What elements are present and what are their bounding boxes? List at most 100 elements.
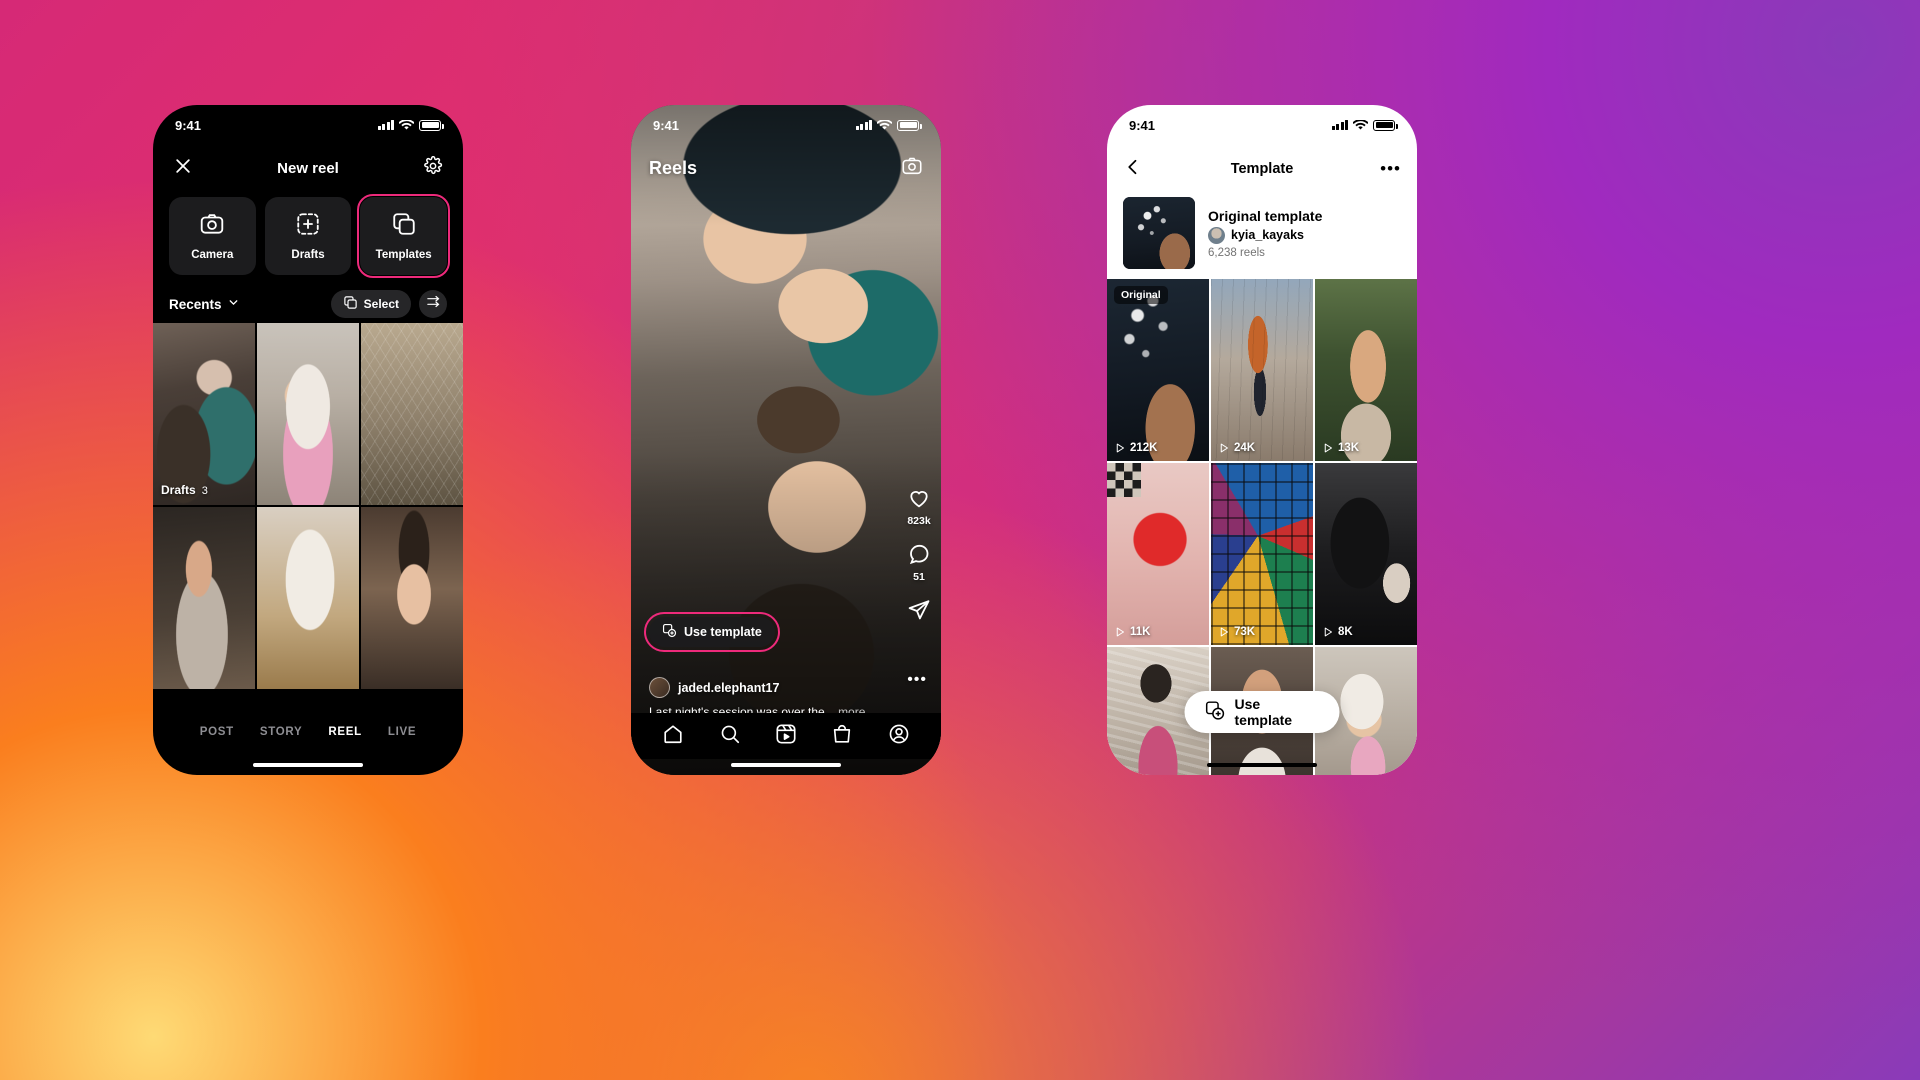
template-grid-item[interactable]: 8K [1315,463,1417,645]
reels-title: Reels [649,157,698,178]
mode-drafts-button[interactable]: Drafts [264,197,352,275]
status-bar: 9:41 [631,105,941,145]
share-paper-plane-icon [907,598,931,625]
nav-reels-icon[interactable] [775,723,797,750]
chevron-left-icon[interactable] [1123,157,1143,182]
shuffle-button[interactable] [419,290,447,318]
bottom-nav [631,713,941,759]
view-count: 212K [1114,442,1158,454]
view-count: 11K [1114,626,1150,638]
battery-icon [897,119,922,131]
share-button[interactable] [907,598,931,625]
avatar [1208,226,1225,244]
play-icon [1324,627,1332,637]
grid-cell[interactable] [360,506,463,689]
tab-post[interactable]: POST [200,726,234,738]
use-template-button[interactable]: Use template [644,612,780,652]
status-indicators [855,119,922,131]
nav-profile-icon[interactable] [888,723,910,750]
template-grid-item[interactable]: 13K [1315,279,1417,461]
template-author-name: kyia_kayaks [1231,228,1304,242]
tab-reel[interactable]: REEL [328,726,361,738]
new-reel-nav: New reel [153,147,463,189]
template-nav: Template ••• [1107,147,1417,191]
view-count-value: 8K [1338,626,1353,638]
dashed-plus-icon [295,211,321,240]
status-time: 9:41 [1129,117,1156,133]
phone-new-reel: 9:41 New reel Camera Drafts Templates Re… [153,105,463,775]
drafts-overlay: Drafts 3 [161,483,208,497]
drafts-overlay-count: 3 [201,485,208,498]
mode-camera-button[interactable]: Camera [169,197,256,275]
reels-nav: Reels [631,147,941,189]
grid-cell[interactable] [256,506,360,689]
play-icon [1324,443,1332,453]
phone-template-detail: 9:41 Template ••• Original template kyia… [1107,105,1417,775]
reel-gradient-scrim [631,105,941,775]
template-reel-count: 6,238 reels [1208,246,1265,259]
chevron-down-icon [227,296,240,312]
view-count-value: 24K [1234,442,1256,454]
template-grid-item[interactable]: Original 212K [1107,279,1209,461]
engagement-rail: 823k 51 [907,486,931,625]
reel-author[interactable]: jaded.elephant17 [649,677,887,699]
templates-stack-icon [391,211,417,240]
grid-cell[interactable]: Drafts 3 [153,323,256,506]
mode-buttons: Camera Drafts Templates [169,193,451,279]
tab-story[interactable]: STORY [260,726,302,738]
templates-stack-icon [1205,700,1226,724]
like-count: 823k [907,515,931,527]
camera-icon [199,211,225,240]
status-time: 9:41 [175,117,202,133]
template-info: Original template kyia_kayaks 6,238 reel… [1123,191,1401,275]
use-template-floating-button[interactable]: Use template [1184,691,1340,733]
template-heading: Original template [1208,207,1323,224]
wifi-icon [1353,119,1368,130]
wifi-icon [877,119,892,130]
original-badge: Original [1114,286,1168,304]
close-icon[interactable] [173,156,193,181]
reel-username: jaded.elephant17 [678,680,780,695]
template-grid-item[interactable]: 11K [1107,463,1209,645]
template-text: Original template kyia_kayaks 6,238 reel… [1208,208,1322,259]
grid-cell[interactable] [153,506,256,689]
album-label: Recents [169,296,222,312]
more-horizontal-icon[interactable]: ••• [907,671,927,689]
play-icon [1220,443,1228,453]
camera-icon[interactable] [901,155,923,182]
nav-search-icon[interactable] [719,723,741,750]
nav-home-icon[interactable] [662,723,684,750]
cellular-signal-icon [1331,120,1348,130]
status-time: 9:41 [653,117,680,133]
more-horizontal-icon[interactable]: ••• [1380,159,1401,179]
home-indicator [731,763,841,767]
grid-cell[interactable] [256,323,360,506]
template-cover-thumbnail[interactable] [1123,197,1195,269]
gallery-actions: Select [330,290,447,318]
view-count: 73K [1218,626,1255,638]
mode-templates-label: Templates [375,249,432,261]
album-selector[interactable]: Recents [169,296,240,312]
mode-templates-button[interactable]: Templates [356,193,451,279]
media-grid: Drafts 3 [153,323,463,689]
template-grid-item[interactable]: 24K [1211,279,1313,461]
comment-button[interactable]: 51 [907,542,931,583]
heart-icon [907,486,931,513]
like-button[interactable]: 823k [907,486,931,527]
settings-gear-icon[interactable] [423,155,443,181]
multi-select-icon [343,295,358,313]
comment-count: 51 [913,571,925,583]
status-bar: 9:41 [1107,105,1417,145]
page-title: New reel [277,159,339,177]
select-button[interactable]: Select [330,290,411,318]
templates-stack-icon [662,623,677,641]
grid-cell[interactable] [360,323,463,506]
gallery-toolbar: Recents Select [169,287,447,321]
template-grid-item[interactable]: 73K [1211,463,1313,645]
drafts-overlay-label: Drafts [161,483,196,498]
select-label: Select [363,297,399,311]
nav-shop-icon[interactable] [831,723,853,750]
view-count-value: 13K [1338,442,1360,454]
tab-live[interactable]: LIVE [388,726,416,738]
template-author[interactable]: kyia_kayaks [1208,226,1322,244]
